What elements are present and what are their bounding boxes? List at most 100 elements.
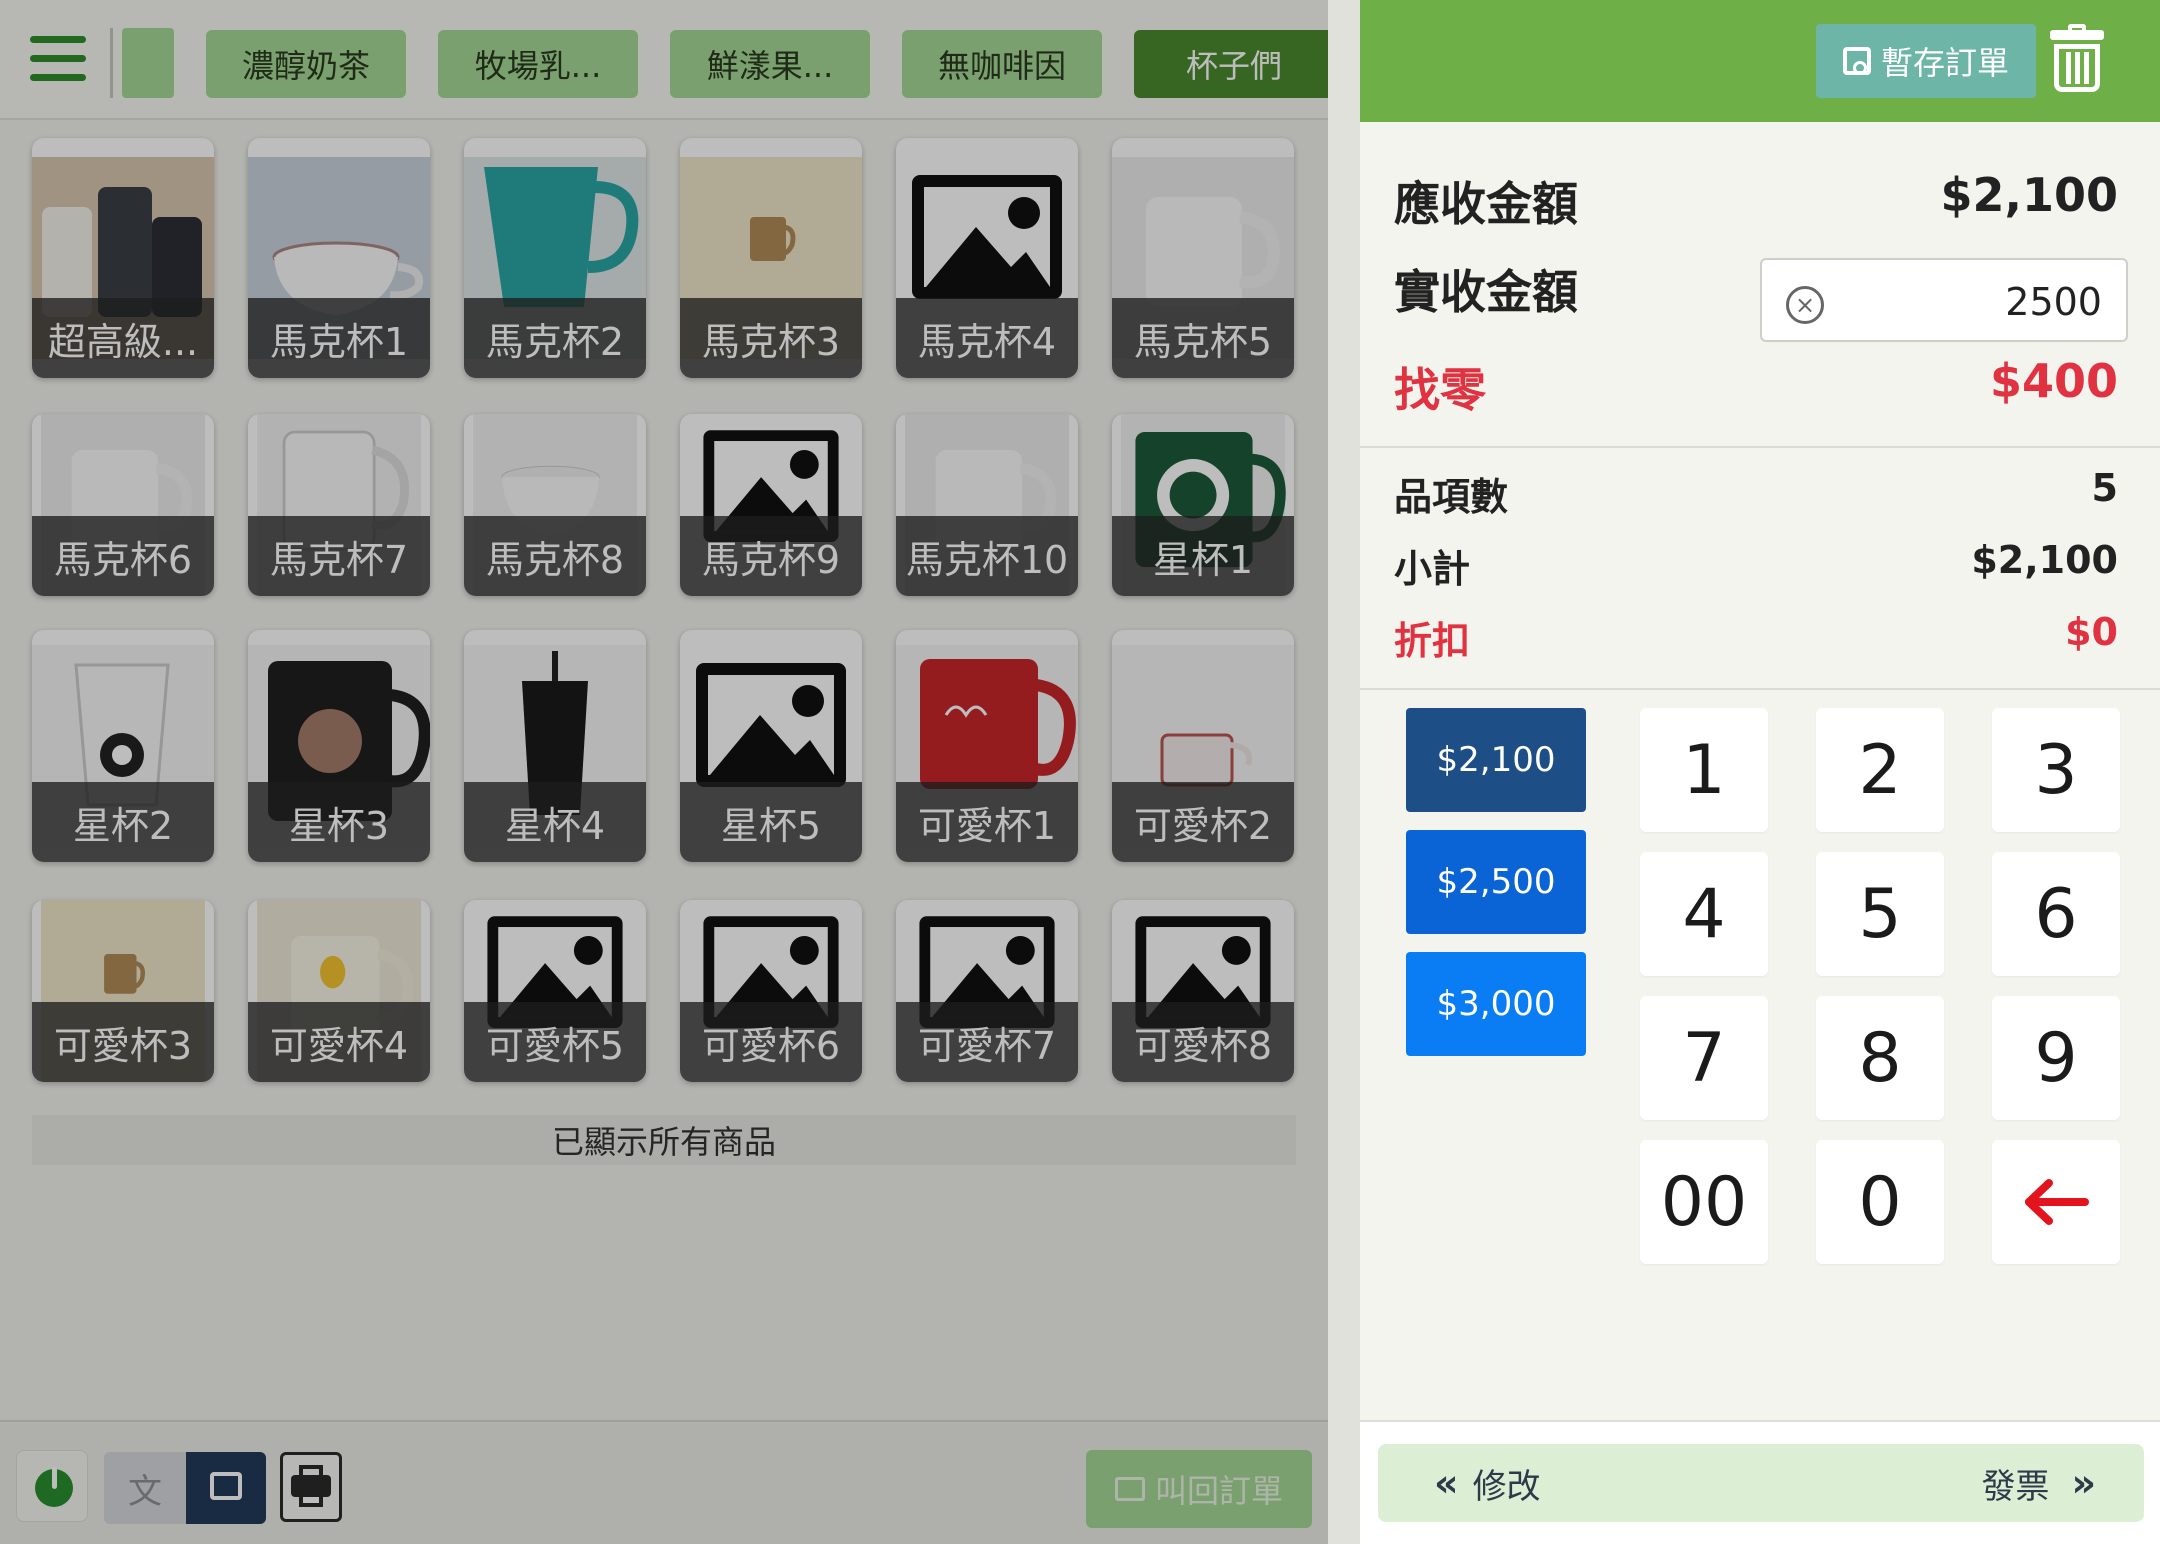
text-mode-button[interactable]: 文 [104, 1452, 186, 1524]
checkout-panel: 暫存訂單 應收金額 $2,100 實收金額 × 2500 找零 $400 品項數… [1360, 0, 2160, 1544]
edit-button[interactable]: « 修改 [1434, 1444, 1541, 1522]
image-mode-button[interactable] [186, 1452, 266, 1524]
category-tab[interactable]: 牧場乳... [438, 30, 638, 98]
menu-icon[interactable] [30, 36, 86, 82]
product-name: 馬克杯6 [32, 516, 214, 596]
edit-label: 修改 [1472, 1466, 1541, 1507]
invoice-button[interactable]: 發票 » [1981, 1444, 2095, 1522]
subtotal-label: 小計 [1394, 547, 1471, 591]
checkout-header: 暫存訂單 [1360, 0, 2160, 122]
category-tab[interactable]: 鮮漾果... [670, 30, 870, 98]
product-name: 超高級... [32, 298, 214, 378]
keypad-key[interactable]: 4 [1640, 852, 1768, 976]
amount-due-value: $2,100 [1940, 168, 2118, 222]
product-name: 可愛杯8 [1112, 1002, 1294, 1082]
recall-order-label: 叫回訂單 [1154, 1472, 1283, 1510]
product-name: 可愛杯4 [248, 1002, 430, 1082]
product-name: 可愛杯7 [896, 1002, 1078, 1082]
product-name: 星杯3 [248, 782, 430, 862]
subtotal-value: $2,100 [1971, 538, 2118, 582]
product-name: 馬克杯2 [464, 298, 646, 378]
product-panel: 濃醇奶茶 牧場乳... 鮮漾果... 無咖啡因 杯子們 超高級... 馬克杯1 馬克杯2 馬克… [0, 0, 1328, 1544]
product-name: 馬克杯3 [680, 298, 862, 378]
product-name: 馬克杯8 [464, 516, 646, 596]
product-card[interactable]: 可愛杯8 [1112, 900, 1294, 1082]
category-tab[interactable]: 杯子們 [1134, 30, 1328, 98]
category-divider [110, 28, 113, 98]
product-name: 星杯5 [680, 782, 862, 862]
keypad-key[interactable]: 2 [1816, 708, 1944, 832]
product-card[interactable]: 星杯5 [680, 630, 862, 862]
product-card[interactable]: 可愛杯7 [896, 900, 1078, 1082]
product-card[interactable]: 馬克杯2 [464, 138, 646, 378]
keypad-key[interactable]: 9 [1992, 996, 2120, 1120]
discount-label: 折扣 [1394, 619, 1471, 663]
bottom-toolbar: 文 叫回訂單 [0, 1420, 1328, 1544]
keypad-key[interactable]: 8 [1816, 996, 1944, 1120]
product-card[interactable]: 馬克杯9 [680, 414, 862, 596]
product-card[interactable]: 星杯1 [1112, 414, 1294, 596]
product-card[interactable]: 可愛杯3 [32, 900, 214, 1082]
keypad-key[interactable]: 1 [1640, 708, 1768, 832]
trash-icon[interactable] [2050, 24, 2104, 92]
product-card[interactable]: 可愛杯4 [248, 900, 430, 1082]
amount-received-label: 實收金額 [1394, 265, 1578, 319]
category-tab[interactable]: 濃醇奶茶 [206, 30, 406, 98]
keypad-key[interactable]: 00 [1640, 1140, 1768, 1264]
product-card[interactable]: 馬克杯1 [248, 138, 430, 378]
keypad-key[interactable]: 6 [1992, 852, 2120, 976]
product-name: 馬克杯7 [248, 516, 430, 596]
category-bar: 濃醇奶茶 牧場乳... 鮮漾果... 無咖啡因 杯子們 [0, 0, 1328, 120]
quick-amount-button[interactable]: $3,000 [1406, 952, 1586, 1056]
product-name: 星杯1 [1112, 516, 1294, 596]
change-label: 找零 [1394, 363, 1486, 417]
image-icon [210, 1472, 242, 1500]
keypad-key[interactable]: 0 [1816, 1140, 1944, 1264]
product-name: 可愛杯6 [680, 1002, 862, 1082]
product-card[interactable]: 馬克杯7 [248, 414, 430, 596]
quick-amount-button[interactable]: $2,100 [1406, 708, 1586, 812]
product-name: 可愛杯2 [1112, 782, 1294, 862]
amount-received-value: 2500 [2005, 280, 2102, 324]
product-name: 馬克杯4 [896, 298, 1078, 378]
product-card[interactable]: 馬克杯4 [896, 138, 1078, 378]
product-card[interactable]: 星杯4 [464, 630, 646, 862]
save-order-label: 暫存訂單 [1880, 44, 2009, 82]
product-card[interactable]: 可愛杯6 [680, 900, 862, 1082]
power-icon[interactable] [16, 1450, 88, 1522]
list-icon [1114, 1477, 1145, 1501]
keypad-key[interactable]: 5 [1816, 852, 1944, 976]
keypad-key[interactable]: 3 [1992, 708, 2120, 832]
product-name: 馬克杯9 [680, 516, 862, 596]
discount-value: $0 [2065, 610, 2118, 654]
backspace-icon[interactable] [1992, 1140, 2120, 1264]
product-name: 馬克杯5 [1112, 298, 1294, 378]
product-card[interactable]: 超高級... [32, 138, 214, 378]
clear-icon[interactable]: × [1786, 286, 1824, 324]
checkout-footer: « 修改 發票 » [1360, 1420, 2160, 1544]
product-card[interactable]: 馬克杯3 [680, 138, 862, 378]
invoice-label: 發票 [1981, 1466, 2050, 1507]
product-card[interactable]: 馬克杯6 [32, 414, 214, 596]
product-name: 可愛杯5 [464, 1002, 646, 1082]
product-card[interactable]: 可愛杯1 [896, 630, 1078, 862]
product-card[interactable]: 馬克杯8 [464, 414, 646, 596]
save-order-button[interactable]: 暫存訂單 [1816, 24, 2036, 98]
product-card[interactable]: 可愛杯2 [1112, 630, 1294, 862]
printer-icon[interactable] [280, 1452, 342, 1522]
list-end-message: 已顯示所有商品 [32, 1115, 1296, 1165]
product-name: 馬克杯10 [896, 516, 1078, 596]
product-card[interactable]: 馬克杯10 [896, 414, 1078, 596]
product-card[interactable]: 馬克杯5 [1112, 138, 1294, 378]
product-card[interactable]: 可愛杯5 [464, 900, 646, 1082]
amount-received-input[interactable]: × 2500 [1760, 258, 2128, 342]
product-card[interactable]: 星杯3 [248, 630, 430, 862]
product-card[interactable]: 星杯2 [32, 630, 214, 862]
category-tab[interactable]: 無咖啡因 [902, 30, 1102, 98]
category-scroll-stub[interactable] [122, 28, 174, 98]
panel-divider [1328, 0, 1360, 1544]
quick-amount-button[interactable]: $2,500 [1406, 830, 1586, 934]
recall-order-button[interactable]: 叫回訂單 [1086, 1450, 1312, 1528]
keypad-key[interactable]: 7 [1640, 996, 1768, 1120]
product-name: 星杯4 [464, 782, 646, 862]
